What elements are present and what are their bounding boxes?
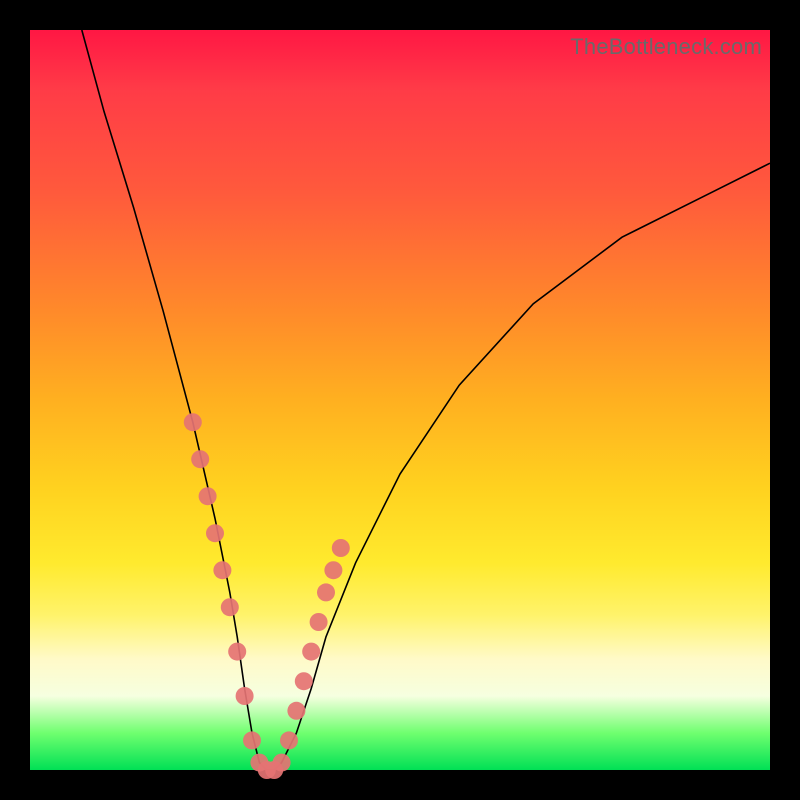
curve-marker	[324, 561, 342, 579]
curve-marker	[199, 487, 217, 505]
curve-marker	[191, 450, 209, 468]
plot-area: TheBottleneck.com	[30, 30, 770, 770]
marker-group	[184, 413, 350, 779]
curve-marker	[213, 561, 231, 579]
curve-marker	[228, 643, 246, 661]
curve-marker	[280, 731, 298, 749]
curve-marker	[287, 702, 305, 720]
curve-marker	[221, 598, 239, 616]
bottleneck-curve	[82, 30, 770, 770]
curve-marker	[295, 672, 313, 690]
curve-svg	[30, 30, 770, 770]
curve-marker	[317, 583, 335, 601]
curve-marker	[243, 731, 261, 749]
curve-marker	[310, 613, 328, 631]
chart-frame: TheBottleneck.com	[0, 0, 800, 800]
curve-marker	[184, 413, 202, 431]
curve-marker	[302, 643, 320, 661]
curve-marker	[206, 524, 224, 542]
curve-marker	[273, 754, 291, 772]
curve-marker	[236, 687, 254, 705]
curve-marker	[332, 539, 350, 557]
